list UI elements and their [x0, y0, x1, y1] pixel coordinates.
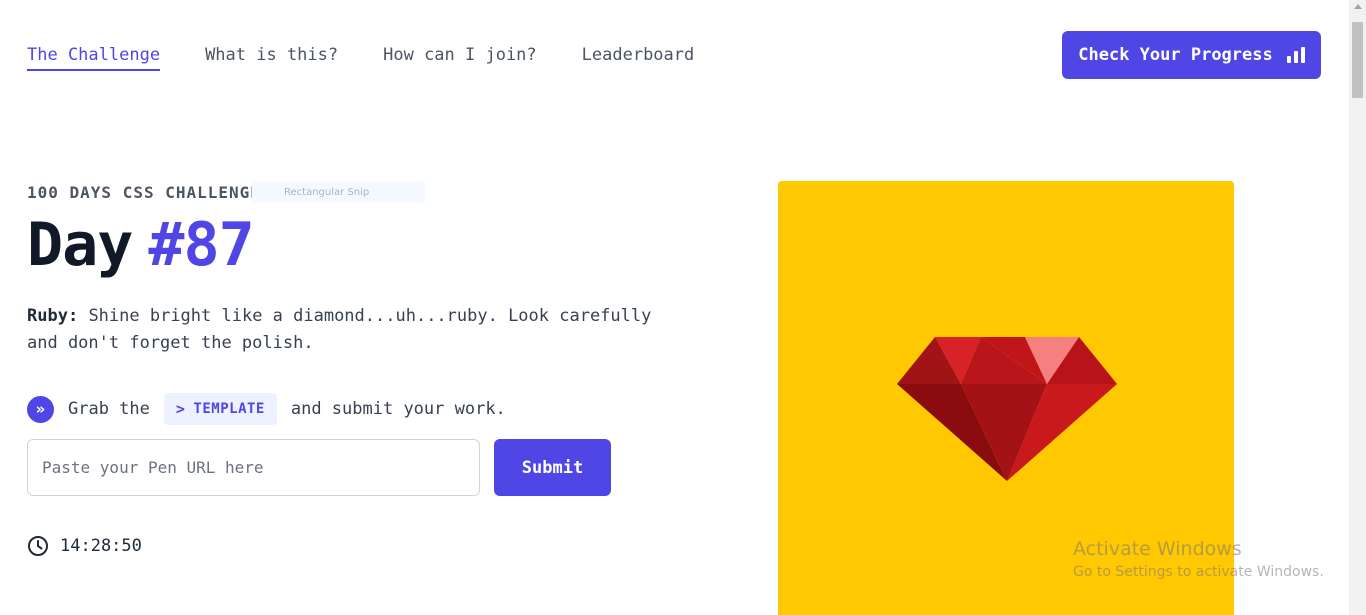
- nav-link-how-can-i-join[interactable]: How can I join?: [383, 44, 537, 71]
- pen-url-input[interactable]: [27, 439, 480, 496]
- ruby-gem-icon: [897, 337, 1117, 481]
- main-nav: The Challenge What is this? How can I jo…: [27, 44, 694, 71]
- template-label: TEMPLATE: [193, 401, 265, 417]
- day-number: #87: [148, 210, 254, 280]
- nav-link-the-challenge[interactable]: The Challenge: [27, 44, 161, 71]
- timer-value: 14:28:50: [60, 536, 142, 556]
- snip-overlay-label: Rectangular Snip: [252, 181, 425, 203]
- scrollbar-thumb[interactable]: [1352, 22, 1363, 98]
- check-progress-button[interactable]: Check Your Progress: [1062, 31, 1321, 79]
- submit-button[interactable]: Submit: [494, 439, 611, 496]
- page-title: Day #87: [27, 210, 255, 280]
- watermark-line1: Activate Windows: [1073, 538, 1242, 560]
- bar-chart-icon: [1286, 47, 1305, 63]
- nav-link-what-is-this[interactable]: What is this?: [205, 44, 338, 71]
- description-label: Ruby:: [27, 306, 79, 326]
- grab-template-row: » Grab the > TEMPLATE and submit your wo…: [27, 393, 506, 425]
- challenge-description: Ruby: Shine bright like a diamond...uh..…: [27, 303, 667, 357]
- template-link[interactable]: > TEMPLATE: [163, 393, 277, 425]
- chevron-right-icon: >: [175, 400, 186, 418]
- grab-suffix: and submit your work.: [290, 399, 506, 419]
- grab-prefix: Grab the: [68, 399, 150, 419]
- double-chevron-right-icon: »: [27, 395, 54, 423]
- check-progress-label: Check Your Progress: [1078, 45, 1273, 65]
- watermark-line2: Go to Settings to activate Windows.: [1073, 564, 1324, 580]
- page-scrollbar[interactable]: [1349, 0, 1366, 615]
- nav-link-leaderboard[interactable]: Leaderboard: [582, 44, 695, 71]
- countdown-timer: 14:28:50: [27, 535, 142, 557]
- description-text: Shine bright like a diamond...uh...ruby.…: [27, 306, 652, 353]
- activate-windows-watermark: Activate Windows Go to Settings to activ…: [1073, 538, 1324, 580]
- challenge-subtitle: 100 DAYS CSS CHALLENGE: [27, 183, 261, 202]
- day-word: Day: [27, 210, 133, 280]
- scroll-up-arrow-icon[interactable]: [1354, 4, 1362, 9]
- clock-icon: [28, 536, 48, 556]
